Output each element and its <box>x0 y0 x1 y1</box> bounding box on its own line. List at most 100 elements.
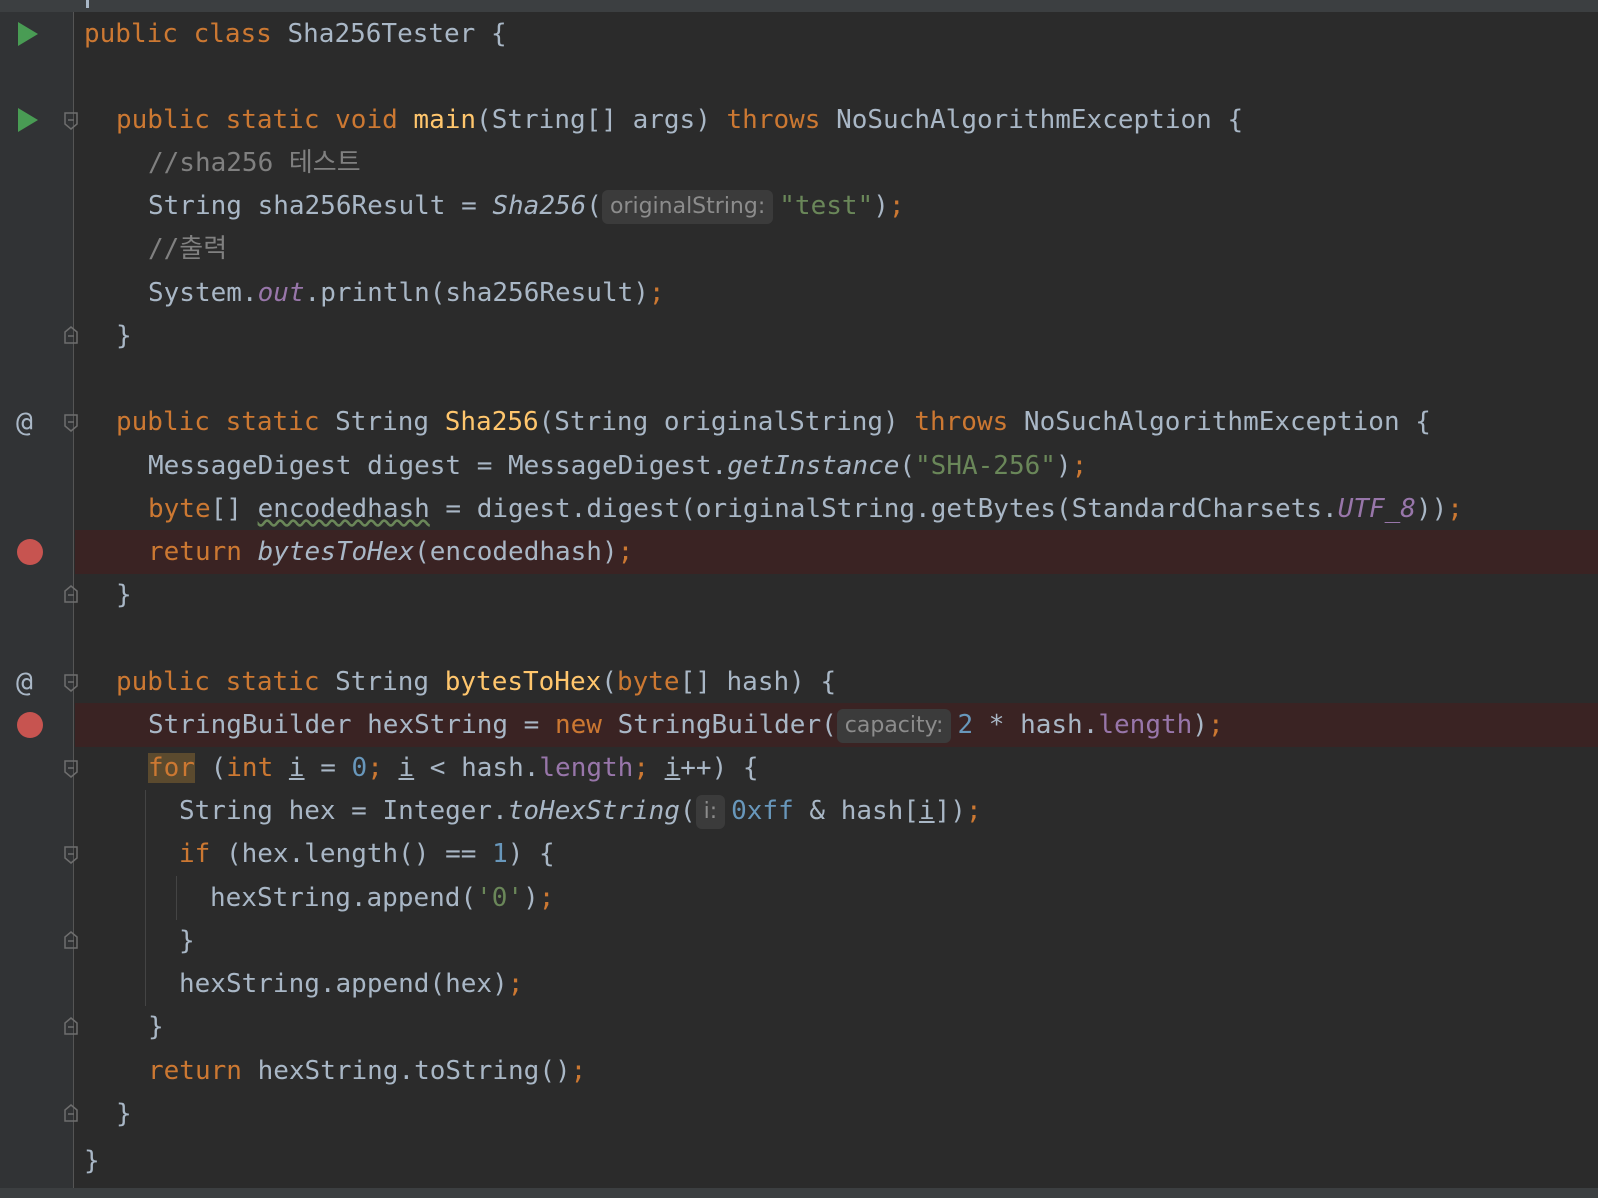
code-text: MessageDigest digest = MessageDigest. <box>148 451 728 481</box>
paren: ) <box>1192 710 1208 740</box>
method-call: Sha256 <box>492 191 587 221</box>
paren: ( <box>899 451 916 481</box>
code-text: [] hash) { <box>679 667 837 697</box>
breakpoint-icon[interactable] <box>17 712 43 738</box>
code-text: hexString.append(hex) <box>179 969 508 999</box>
semicolon: ; <box>617 537 634 567</box>
fold-close-icon[interactable] <box>64 931 78 949</box>
field: length <box>539 753 634 783</box>
code-line-close-for: } <box>0 1005 1598 1049</box>
override-at-icon[interactable]: @ <box>16 660 46 704</box>
type: String <box>335 667 430 697</box>
code-line-comment1: //sha256 테스트 <box>0 141 1598 185</box>
fold-open-icon[interactable] <box>64 112 78 130</box>
code-line-if: if (hex.length() == 1) { <box>0 832 1598 876</box>
semicolon: ; <box>538 883 555 913</box>
breakpoint-icon[interactable] <box>17 539 43 565</box>
code-line-class: public class Sha256Tester { <box>0 12 1598 56</box>
paren: )) <box>1415 494 1448 524</box>
field: length <box>1098 710 1193 740</box>
params: (String originalString) <box>538 407 899 437</box>
semicolon: ; <box>648 278 665 308</box>
variable-warning[interactable]: encodedhash <box>258 494 430 524</box>
string-literal: "test" <box>779 191 874 221</box>
fold-open-icon[interactable] <box>64 760 78 778</box>
run-main-icon[interactable] <box>18 108 38 132</box>
fold-open-icon[interactable] <box>64 674 78 692</box>
keyword: public class <box>84 19 272 49</box>
brace: } <box>179 926 195 956</box>
editor-top-bar <box>0 0 1598 12</box>
semicolon: ; <box>507 969 524 999</box>
code-text: * hash. <box>973 710 1099 740</box>
number-literal: 2 <box>957 710 974 740</box>
fold-close-icon[interactable] <box>64 585 78 603</box>
brace: } <box>116 580 132 610</box>
static-field: UTF_8 <box>1337 494 1416 524</box>
code-line-close-main: } <box>0 314 1598 358</box>
loop-variable: i <box>664 753 681 783</box>
loop-variable: i <box>398 753 415 783</box>
code-text: [] <box>210 494 258 524</box>
keyword: new <box>555 710 602 740</box>
paren: ) <box>523 883 539 913</box>
code-line-digest: MessageDigest digest = MessageDigest.get… <box>0 444 1598 488</box>
code-line-hex: String hex = Integer.toHexString(i: 0xff … <box>0 789 1598 833</box>
run-class-icon[interactable] <box>18 22 38 46</box>
code-line-append-hex: hexString.append(hex); <box>0 790 1598 1006</box>
comment: //sha256 테스트 <box>148 148 361 178</box>
code-text: ) { <box>507 839 555 869</box>
fold-open-icon[interactable] <box>64 414 78 432</box>
char-literal: '0' <box>476 883 524 913</box>
fold-close-icon[interactable] <box>64 1104 78 1122</box>
param-hint: i: <box>695 795 726 829</box>
string-literal: "SHA-256" <box>915 451 1056 481</box>
semicolon: ; <box>367 753 383 783</box>
paren: ) <box>873 191 889 221</box>
semicolon: ; <box>1207 710 1224 740</box>
code-text: = <box>304 753 352 783</box>
editor-bottom-bar <box>0 1188 1598 1198</box>
code-line-sha-decl: @ public static String Sha256(String ori… <box>0 400 1598 444</box>
method-call: toHexString <box>507 796 680 826</box>
number-literal: 1 <box>492 839 508 869</box>
code-text: .println(sha256Result) <box>304 278 649 308</box>
code-text: & hash[ <box>793 796 919 826</box>
code-line-encoded: byte[] encodedhash = digest.digest(origi… <box>0 487 1598 531</box>
code-text: ( <box>194 753 227 783</box>
semicolon: ; <box>570 1056 587 1086</box>
indent-guide <box>176 876 177 920</box>
override-at-icon[interactable]: @ <box>16 400 46 444</box>
paren: ]) <box>934 796 966 826</box>
brace: { <box>1415 407 1431 437</box>
number-literal: 0 <box>351 753 368 783</box>
code-line-append0: hexString.append('0'); <box>0 876 1598 920</box>
comment: //출력 <box>148 234 228 264</box>
static-field: out <box>257 278 305 308</box>
keyword: public static <box>116 667 320 697</box>
code-line-close-if: } <box>0 919 1598 963</box>
keyword-highlighted: for <box>148 753 195 783</box>
fold-open-icon[interactable] <box>64 846 78 864</box>
method-name: bytesToHex <box>444 667 602 697</box>
method-name: main <box>413 105 477 135</box>
code-line-close-class: } <box>0 1135 1598 1188</box>
keyword: return <box>148 1056 242 1086</box>
semicolon: ; <box>633 753 649 783</box>
code-text: < hash. <box>414 753 540 783</box>
semicolon: ; <box>1447 494 1463 524</box>
fold-close-icon[interactable] <box>64 1017 78 1035</box>
code-text: String sha256Result = <box>148 191 493 221</box>
keyword: public static <box>116 407 320 437</box>
code-line-main-decl: public static void main(String[] args) t… <box>0 98 1598 142</box>
keyword: int <box>226 753 274 783</box>
code-line-hex-decl: @ public static String bytesToHex(byte[]… <box>0 660 1598 704</box>
code-text: StringBuilder hexString = <box>148 710 555 740</box>
brace: { <box>1227 105 1244 135</box>
keyword: byte <box>616 667 680 697</box>
brace: } <box>116 321 132 351</box>
fold-close-icon[interactable] <box>64 326 78 344</box>
loop-variable: i <box>288 753 305 783</box>
code-text: StringBuilder( <box>601 710 837 740</box>
